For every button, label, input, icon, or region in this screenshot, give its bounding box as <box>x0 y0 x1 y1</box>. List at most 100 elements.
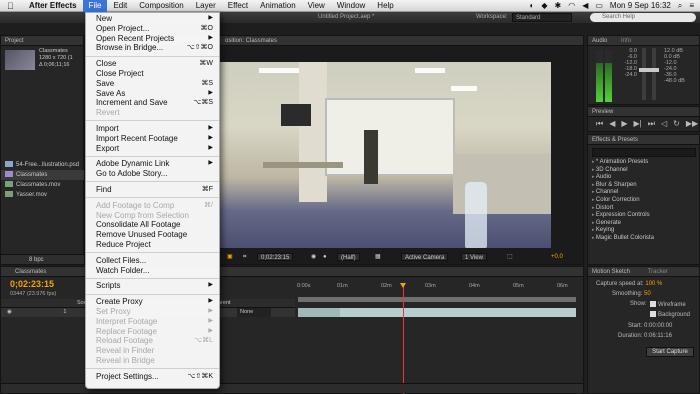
notification-center-icon[interactable]: ≡ <box>689 1 694 10</box>
file-menu-item[interactable]: New ▶ <box>86 14 219 24</box>
file-menu-item[interactable]: Go to Adobe Story... <box>86 169 219 179</box>
grid-icon[interactable]: ▦ <box>375 250 381 264</box>
effects-category[interactable]: Keying <box>592 227 654 235</box>
file-menu-item[interactable]: Remove Unused Footage <box>86 230 219 240</box>
effects-category[interactable]: Color Correction <box>592 197 654 205</box>
file-menu-item[interactable]: Save ⌘S <box>86 79 219 89</box>
smoothing-value[interactable]: 50 <box>644 291 651 297</box>
previous-frame-icon[interactable]: ◀ <box>609 119 615 129</box>
volume-icon[interactable]: ◀ <box>582 1 588 10</box>
tab-tracker[interactable]: Tracker <box>648 269 668 275</box>
camera-icon[interactable]: ◉ <box>311 250 316 264</box>
menu-edit[interactable]: Edit <box>107 0 133 12</box>
exposure-value[interactable]: +0.0 <box>551 250 563 264</box>
effects-category[interactable]: Blur & Sharpen <box>592 182 654 190</box>
tab-effects-presets[interactable]: Effects & Presets <box>588 135 699 145</box>
audio-preview-icon[interactable]: ◁ <box>661 119 667 129</box>
menu-composition[interactable]: Composition <box>133 0 189 12</box>
parent-dropdown[interactable]: None <box>237 308 272 317</box>
list-item[interactable]: Yasser.mov <box>1 190 85 200</box>
file-menu-item[interactable]: Scripts ▶ <box>86 281 219 291</box>
tab-preview[interactable]: Preview <box>588 107 699 117</box>
list-item[interactable]: 54-Free...llustration.psd <box>1 160 85 170</box>
start-capture-button[interactable]: Start Capture <box>646 347 694 357</box>
file-menu-item[interactable]: Create Proxy ▶ <box>86 297 219 307</box>
file-menu-item[interactable]: Import ▶ <box>86 124 219 134</box>
menu-animation[interactable]: Animation <box>254 0 302 12</box>
effects-category[interactable]: Magic Bullet Colorista <box>592 235 654 243</box>
file-menu-item[interactable]: Consolidate All Footage <box>86 220 219 230</box>
file-menu-item[interactable]: Collect Files... <box>86 256 219 266</box>
file-menu-item[interactable]: Adobe Dynamic Link ▶ <box>86 159 219 169</box>
ram-preview-icon[interactable]: ▶▶ <box>686 119 698 129</box>
audio-fader[interactable] <box>639 48 649 100</box>
effects-category[interactable]: Audio <box>592 174 654 182</box>
dropbox-icon[interactable]: ◆ <box>541 1 547 10</box>
camera-dropdown[interactable]: Active Camera <box>401 253 449 261</box>
file-menu-item[interactable]: Import Recent Footage ▶ <box>86 134 219 144</box>
list-item[interactable]: Classmates <box>1 170 85 180</box>
snapshot-icon[interactable]: ▣ <box>227 250 233 264</box>
comp-timecode[interactable]: 0;02:23:15 <box>257 253 294 261</box>
effects-category[interactable]: Expression Controls <box>592 212 654 220</box>
region-icon[interactable]: ⌗ <box>243 250 246 264</box>
menu-layer[interactable]: Layer <box>190 0 222 12</box>
resolution-dropdown[interactable]: (Half) <box>337 253 360 261</box>
layer-duration-bar[interactable] <box>298 308 576 317</box>
bluetooth-icon[interactable]: ✱ <box>555 1 562 10</box>
last-frame-icon[interactable]: ⏭ <box>648 119 655 129</box>
menu-app-name[interactable]: After Effects <box>23 0 83 12</box>
menu-help[interactable]: Help <box>371 0 399 12</box>
first-frame-icon[interactable]: ⏮ <box>596 119 603 129</box>
file-menu-item[interactable]: Watch Folder... <box>86 266 219 276</box>
file-menu-item[interactable]: Export ▶ <box>86 144 219 154</box>
effects-search-input[interactable] <box>592 148 696 157</box>
time-ruler[interactable]: 0:00s 01m 02m 03m 04m 05m 06m <box>295 281 577 295</box>
menu-view[interactable]: View <box>302 0 331 12</box>
view-options-icon[interactable]: ⬚ <box>507 250 513 264</box>
eye-icon[interactable]: ◉ <box>7 309 12 315</box>
wireframe-checkbox[interactable]: Wireframe <box>650 301 686 308</box>
file-menu-item[interactable]: Save As ▶ <box>86 89 219 99</box>
effects-category[interactable]: Distort <box>592 205 654 213</box>
battery-icon[interactable]: ▭ <box>595 1 603 10</box>
file-menu-item[interactable]: Find ⌘F <box>86 185 219 195</box>
workspace-dropdown[interactable]: Standard <box>512 13 572 22</box>
wifi-icon[interactable]: ◠ <box>568 1 575 10</box>
audio-fader[interactable] <box>649 48 659 100</box>
current-time-indicator[interactable] <box>400 283 406 394</box>
tab-info[interactable]: Info <box>621 38 631 44</box>
file-menu-item[interactable]: Open Project... ⌘O <box>86 24 219 34</box>
file-menu-item[interactable]: Project Settings... ⌥⇧⌘K <box>86 372 219 382</box>
menu-window[interactable]: Window <box>331 0 371 12</box>
tab-audio[interactable]: Audio <box>592 38 607 44</box>
apple-icon[interactable]:  <box>7 1 17 11</box>
effects-category[interactable]: Generate <box>592 220 654 228</box>
loop-icon[interactable]: ↻ <box>673 119 680 129</box>
work-area-bar[interactable] <box>298 297 576 302</box>
file-menu-item[interactable]: Browse in Bridge... ⌥⇧⌘O <box>86 43 219 53</box>
search-help-input[interactable]: Search Help <box>590 13 696 22</box>
spotlight-icon[interactable]: ⌕ <box>678 1 682 11</box>
file-menu-item[interactable]: Reduce Project <box>86 240 219 250</box>
list-item[interactable]: Classmates.mov <box>1 180 85 190</box>
effects-category[interactable]: Channel <box>592 189 654 197</box>
view-layout-dropdown[interactable]: 1 View <box>461 253 487 261</box>
tab-motion-sketch[interactable]: Motion Sketch <box>592 269 630 275</box>
color-channel-icon[interactable]: ● <box>323 250 327 264</box>
file-menu-item[interactable]: Close Project <box>86 69 219 79</box>
menubar-clock[interactable]: Mon 9 Sep 16:32 <box>610 1 671 10</box>
next-frame-icon[interactable]: ▶| <box>634 119 642 129</box>
creative-cloud-icon[interactable]: ◐ <box>530 1 535 10</box>
background-checkbox[interactable]: Background <box>650 311 690 318</box>
composition-footage[interactable] <box>219 62 551 248</box>
file-menu-item[interactable]: Increment and Save ⌥⌘S <box>86 98 219 108</box>
file-menu-item[interactable]: Open Recent Projects ▶ <box>86 34 219 44</box>
effects-category[interactable]: * Animation Presets <box>592 159 654 167</box>
timeline-timecode[interactable]: 0;02:23:15 <box>10 279 54 289</box>
file-menu-item[interactable]: Close ⌘W <box>86 59 219 69</box>
effects-category[interactable]: 3D Channel <box>592 167 654 175</box>
menu-effect[interactable]: Effect <box>222 0 254 12</box>
menu-file[interactable]: File <box>82 0 108 12</box>
project-tab[interactable]: Project <box>1 36 83 46</box>
